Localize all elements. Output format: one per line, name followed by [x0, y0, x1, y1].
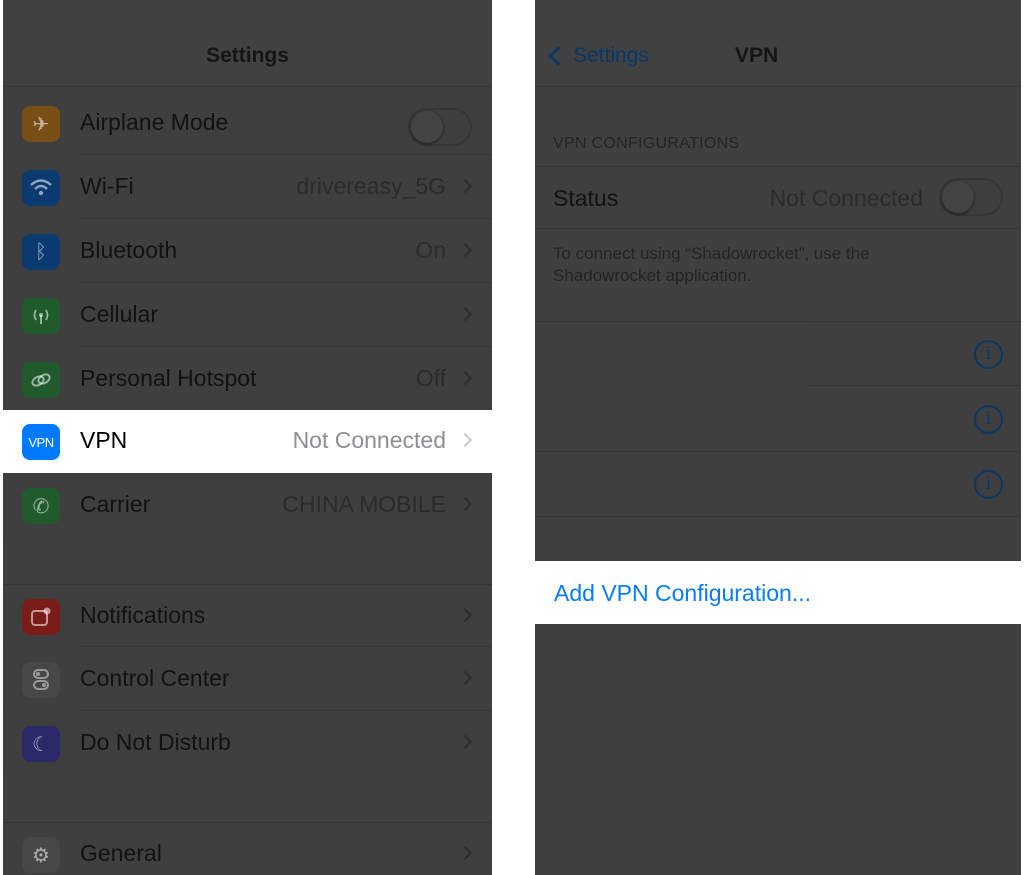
phone-icon: ✆ — [22, 488, 60, 524]
info-icon[interactable]: i — [974, 470, 1003, 499]
vpn-config-row[interactable]: i — [535, 321, 1021, 386]
page-title: VPN — [735, 44, 779, 67]
control-center-icon — [22, 662, 60, 698]
vpn-status-toggle[interactable] — [939, 178, 1003, 216]
settings-row-notifications[interactable]: Notifications — [3, 584, 492, 647]
chevron-right-icon — [457, 607, 473, 623]
chevron-right-icon — [457, 306, 473, 322]
row-label: Bluetooth — [80, 237, 178, 263]
row-label: VPN — [80, 427, 128, 453]
chevron-right-icon — [457, 496, 473, 512]
divider — [79, 646, 492, 647]
section-header: VPN CONFIGURATIONS — [553, 135, 740, 152]
section-gap — [3, 538, 492, 584]
chevron-right-icon — [457, 178, 473, 194]
config-name-area — [535, 387, 809, 451]
config-name-area — [535, 452, 809, 516]
toggle-knob — [411, 111, 443, 143]
chevron-right-icon — [457, 734, 473, 750]
row-label: Cellular — [80, 301, 158, 327]
bluetooth-icon: ᛒ — [22, 234, 60, 270]
chevron-right-icon — [457, 242, 473, 258]
divider — [79, 346, 492, 347]
config-name-area — [535, 322, 809, 386]
vpn-icon: VPN — [22, 424, 60, 460]
vpn-status-row: Status Not Connected — [535, 166, 1021, 229]
divider — [79, 710, 492, 711]
settings-row-personal-hotspot[interactable]: Personal Hotspot Off — [3, 348, 492, 411]
toggle-knob — [942, 181, 974, 213]
row-value: drivereasy_5G — [296, 173, 446, 199]
row-label: Carrier — [80, 491, 151, 517]
settings-row-control-center[interactable]: Control Center — [3, 648, 492, 711]
vpn-config-row[interactable]: i — [535, 452, 1021, 517]
moon-icon: ☾ — [22, 726, 60, 762]
chevron-right-icon — [457, 432, 473, 448]
divider — [79, 282, 492, 283]
settings-row-general[interactable]: ⚙ General — [3, 822, 492, 875]
airplane-icon: ✈ — [22, 106, 60, 142]
settings-row-vpn[interactable]: VPN VPN Not Connected — [3, 410, 492, 473]
vpn-nav-bar: Settings VPN — [535, 0, 1021, 87]
row-value: On — [415, 237, 446, 263]
page-title: Settings — [206, 44, 289, 67]
row-value: Not Connected — [292, 427, 446, 453]
row-value: CHINA MOBILE — [282, 491, 446, 517]
add-vpn-configuration-button[interactable]: Add VPN Configuration... — [535, 561, 1021, 624]
row-label: Notifications — [80, 602, 206, 628]
chevron-right-icon — [457, 370, 473, 386]
settings-row-airplane-mode[interactable]: ✈ Airplane Mode — [3, 92, 492, 155]
row-label: Personal Hotspot — [80, 365, 257, 391]
row-label: Wi-Fi — [80, 173, 134, 199]
row-value: Off — [415, 365, 446, 391]
settings-nav-bar: Settings — [3, 0, 492, 87]
divider — [79, 218, 492, 219]
chevron-right-icon — [457, 670, 473, 686]
settings-row-cellular[interactable]: Cellular — [3, 284, 492, 347]
back-label: Settings — [573, 44, 649, 67]
row-label: General — [80, 840, 162, 866]
cellular-icon — [22, 298, 60, 334]
status-label: Status — [553, 185, 619, 211]
hotspot-icon — [22, 362, 60, 398]
gear-icon: ⚙ — [22, 837, 60, 873]
back-button[interactable]: Settings — [545, 44, 649, 68]
settings-screen: Settings ✈ Airplane Mode Wi-Fi drivereas… — [3, 0, 492, 875]
section-footer: To connect using “Shadowrocket”, use the… — [553, 244, 870, 285]
chevron-right-icon — [457, 845, 473, 861]
row-label: Do Not Disturb — [80, 729, 231, 755]
section-gap — [3, 776, 492, 822]
row-label: Control Center — [80, 665, 230, 691]
wifi-icon — [22, 170, 60, 206]
settings-row-bluetooth[interactable]: ᛒ Bluetooth On — [3, 220, 492, 283]
airplane-mode-toggle[interactable] — [408, 108, 472, 146]
row-label: Airplane Mode — [80, 109, 229, 135]
settings-row-wifi[interactable]: Wi-Fi drivereasy_5G — [3, 156, 492, 219]
info-icon[interactable]: i — [974, 340, 1003, 369]
settings-row-carrier[interactable]: ✆ Carrier CHINA MOBILE — [3, 474, 492, 537]
divider — [79, 154, 492, 155]
vpn-screen: Settings VPN VPN CONFIGURATIONS Status N… — [535, 0, 1021, 875]
chevron-left-icon — [548, 46, 568, 66]
add-vpn-configuration-label: Add VPN Configuration... — [554, 580, 811, 606]
status-value: Not Connected — [769, 185, 923, 211]
notifications-icon — [22, 599, 60, 635]
info-icon[interactable]: i — [974, 405, 1003, 434]
vpn-config-row[interactable]: i — [535, 387, 1021, 452]
settings-row-do-not-disturb[interactable]: ☾ Do Not Disturb — [3, 712, 492, 775]
